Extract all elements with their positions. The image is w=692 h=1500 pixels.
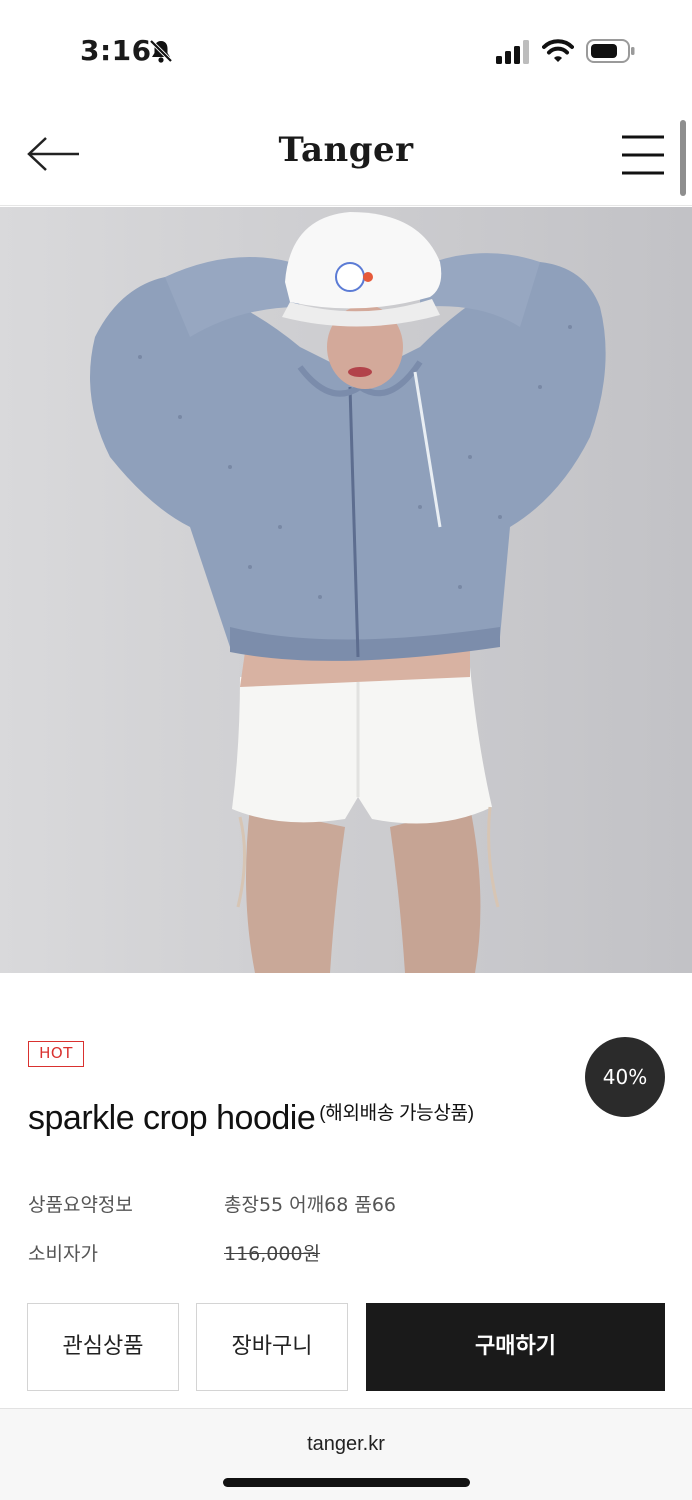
product-title-text: sparkle crop hoodie: [28, 1099, 316, 1137]
brand-logo[interactable]: Tanger: [0, 130, 692, 170]
home-indicator[interactable]: [223, 1478, 470, 1487]
cellular-signal-icon: [496, 40, 529, 64]
buy-button[interactable]: 구매하기: [366, 1303, 665, 1391]
site-header: Tanger: [0, 100, 692, 206]
price-value: 116,000원: [224, 1243, 321, 1265]
discount-badge: 40%: [585, 1037, 665, 1117]
product-title: sparkle crop hoodie (해외배송 가능상품): [28, 1098, 474, 1138]
price-label: 소비자가: [28, 1243, 98, 1265]
bell-slash-icon: [149, 39, 173, 63]
product-title-suffix: (해외배송 가능상품): [319, 1103, 474, 1124]
cart-button[interactable]: 장바구니: [196, 1303, 348, 1391]
battery-icon: [586, 39, 635, 63]
product-image[interactable]: [0, 207, 692, 973]
scroll-indicator: [680, 120, 686, 196]
browser-bar: tanger.kr: [0, 1408, 692, 1500]
product-photo: [0, 207, 692, 973]
url-bar[interactable]: tanger.kr: [0, 1433, 692, 1456]
summary-label: 상품요약정보: [28, 1194, 133, 1216]
wishlist-button[interactable]: 관심상품: [27, 1303, 179, 1391]
wifi-icon: [542, 39, 574, 62]
hot-badge: HOT: [28, 1041, 84, 1067]
summary-value: 총장55 어깨68 품66: [224, 1194, 397, 1216]
hamburger-menu-icon[interactable]: [620, 134, 666, 176]
status-time: 3:16: [80, 34, 152, 67]
status-bar: 3:16: [0, 0, 692, 100]
